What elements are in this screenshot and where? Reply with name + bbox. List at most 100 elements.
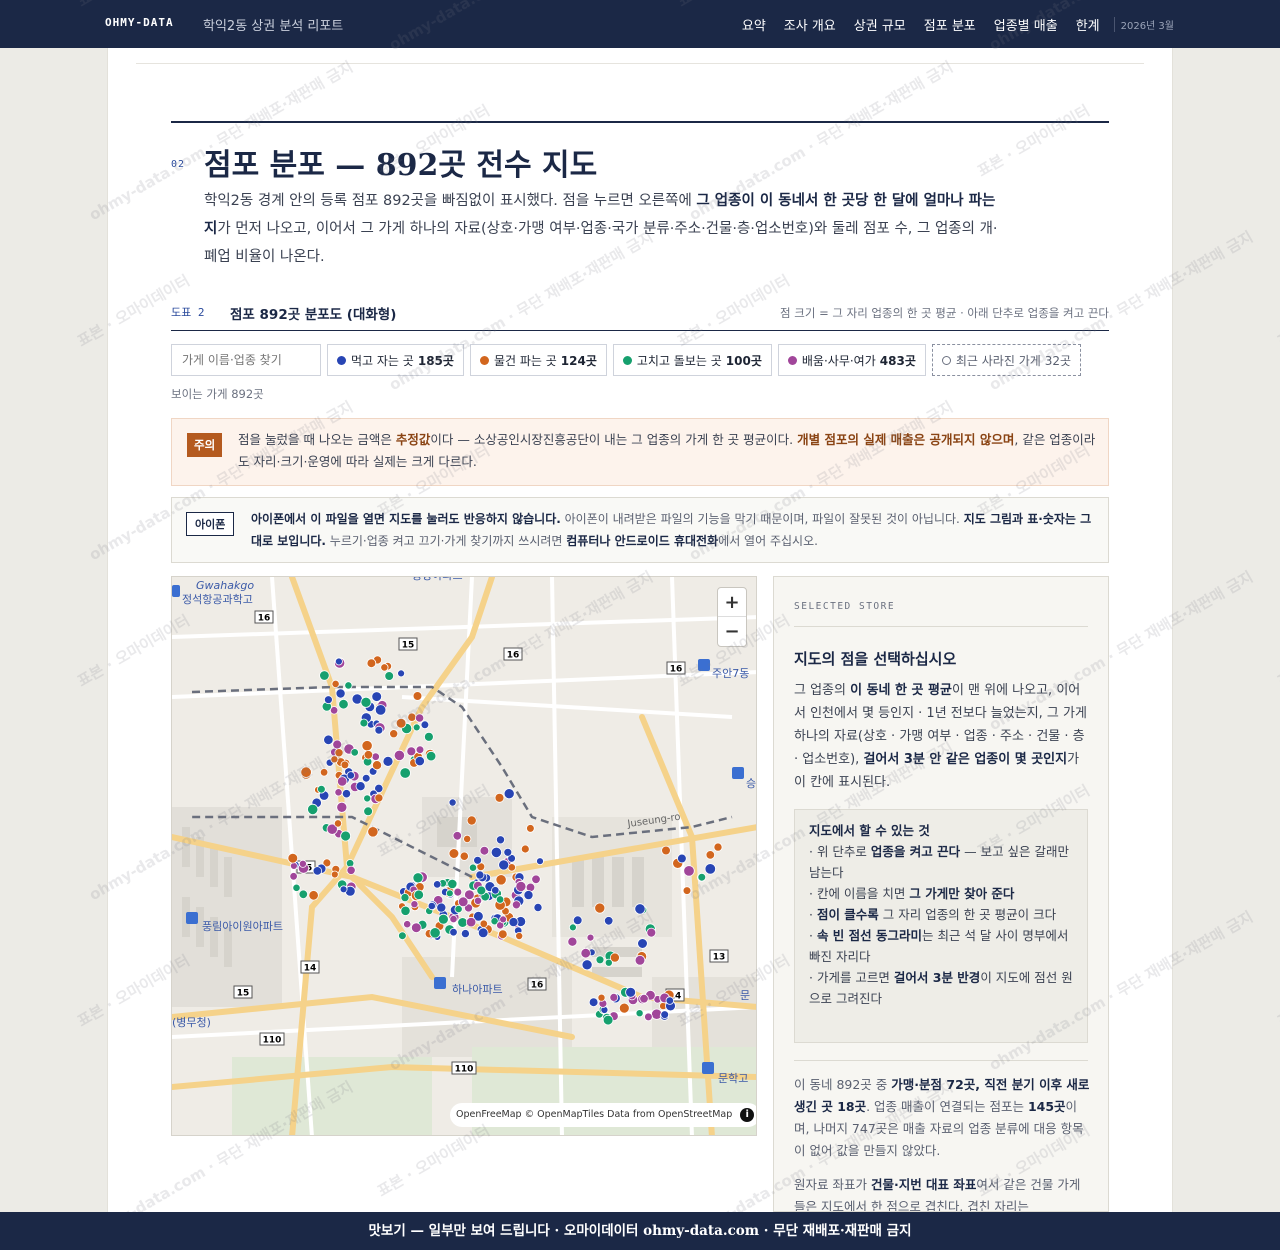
store-point[interactable]: [475, 870, 485, 880]
store-point[interactable]: [682, 886, 692, 895]
store-point[interactable]: [448, 798, 457, 807]
store-point[interactable]: [407, 712, 417, 722]
store-point[interactable]: [567, 936, 578, 947]
store-point[interactable]: [572, 915, 583, 926]
store-point[interactable]: [602, 1014, 614, 1026]
store-search-input[interactable]: [171, 344, 321, 376]
store-point[interactable]: [677, 853, 687, 864]
store-point[interactable]: [335, 688, 346, 699]
store-point[interactable]: [425, 750, 437, 762]
store-point[interactable]: [355, 781, 366, 792]
store-point[interactable]: [363, 806, 373, 817]
store-point[interactable]: [415, 745, 425, 755]
store-point[interactable]: [447, 878, 458, 889]
store-point[interactable]: [360, 696, 372, 708]
store-point[interactable]: [298, 889, 309, 900]
store-point[interactable]: [414, 756, 425, 767]
store-point[interactable]: [298, 859, 307, 868]
store-point[interactable]: [665, 996, 674, 1005]
store-point[interactable]: [363, 750, 374, 760]
store-point[interactable]: [498, 859, 510, 871]
store-point[interactable]: [466, 815, 477, 826]
store-point[interactable]: [445, 889, 454, 898]
store-point[interactable]: [359, 718, 369, 728]
filter-retail[interactable]: 물건 파는 곳 124곳: [469, 344, 607, 376]
store-point[interactable]: [319, 670, 330, 681]
store-point[interactable]: [473, 855, 483, 865]
store-point[interactable]: [340, 760, 350, 770]
store-point[interactable]: [637, 938, 648, 949]
store-point[interactable]: [400, 905, 411, 916]
store-point[interactable]: [713, 842, 723, 852]
store-point[interactable]: [449, 928, 458, 937]
store-point[interactable]: [289, 872, 298, 881]
store-point[interactable]: [494, 792, 505, 803]
store-point[interactable]: [371, 760, 382, 771]
nav-sales-by-industry[interactable]: 업종별 매출: [994, 15, 1058, 34]
store-point[interactable]: [595, 955, 605, 965]
store-point[interactable]: [412, 723, 421, 732]
store-point[interactable]: [330, 870, 339, 879]
store-point[interactable]: [389, 729, 399, 739]
store-point[interactable]: [463, 834, 472, 843]
store-point[interactable]: [330, 755, 339, 764]
store-point[interactable]: [300, 766, 312, 778]
store-point[interactable]: [515, 880, 527, 892]
store-point[interactable]: [371, 752, 380, 761]
store-point[interactable]: [346, 771, 355, 780]
store-point[interactable]: [363, 794, 372, 803]
store-point[interactable]: [380, 663, 389, 672]
store-point[interactable]: [580, 948, 591, 959]
store-point[interactable]: [332, 739, 343, 750]
store-point[interactable]: [433, 880, 442, 889]
store-point[interactable]: [523, 890, 534, 901]
nav-summary[interactable]: 요약: [742, 15, 766, 34]
store-point[interactable]: [346, 865, 356, 875]
attribution-text[interactable]: OpenFreeMap © OpenMapTiles Data from Ope…: [456, 1109, 732, 1120]
store-point[interactable]: [468, 863, 478, 872]
store-point[interactable]: [312, 866, 323, 876]
store-point[interactable]: [420, 720, 430, 730]
store-point[interactable]: [427, 901, 436, 911]
store-point[interactable]: [399, 767, 411, 779]
store-point[interactable]: [634, 903, 646, 915]
store-point[interactable]: [491, 886, 500, 895]
store-point[interactable]: [604, 916, 614, 926]
store-point[interactable]: [334, 788, 343, 797]
store-point[interactable]: [334, 657, 343, 666]
store-point[interactable]: [323, 695, 333, 705]
store-point[interactable]: [411, 922, 422, 934]
store-point[interactable]: [639, 994, 649, 1004]
store-point[interactable]: [618, 1002, 630, 1014]
store-point[interactable]: [338, 698, 349, 710]
store-point[interactable]: [533, 902, 543, 912]
store-point[interactable]: [350, 748, 359, 757]
store-point[interactable]: [609, 952, 620, 963]
store-point[interactable]: [594, 902, 606, 914]
store-point[interactable]: [459, 851, 469, 861]
nav-market-size[interactable]: 상권 규모: [854, 15, 906, 34]
store-point[interactable]: [371, 691, 383, 702]
filter-education-office-leisure[interactable]: 배움·사무·여가 483곳: [777, 344, 926, 376]
store-point[interactable]: [374, 793, 384, 803]
store-point[interactable]: [497, 929, 508, 940]
store-point[interactable]: [503, 788, 515, 800]
store-point[interactable]: [704, 863, 717, 875]
store-point[interactable]: [344, 681, 353, 690]
store-point[interactable]: [457, 896, 469, 908]
store-point[interactable]: [334, 748, 344, 758]
store-point[interactable]: [508, 917, 519, 928]
store-point[interactable]: [660, 1010, 670, 1019]
store-point[interactable]: [384, 671, 395, 681]
store-point[interactable]: [336, 801, 348, 813]
store-point[interactable]: [374, 704, 387, 716]
store-point[interactable]: [495, 895, 505, 904]
store-point[interactable]: [374, 725, 384, 735]
store-point[interactable]: [705, 850, 716, 860]
store-point[interactable]: [361, 773, 371, 783]
store-point[interactable]: [412, 872, 424, 884]
filter-repair-care[interactable]: 고치고 돌보는 곳 100곳: [612, 344, 772, 376]
store-point[interactable]: [287, 852, 299, 864]
store-point[interactable]: [317, 784, 326, 794]
info-icon[interactable]: i: [740, 1108, 755, 1122]
